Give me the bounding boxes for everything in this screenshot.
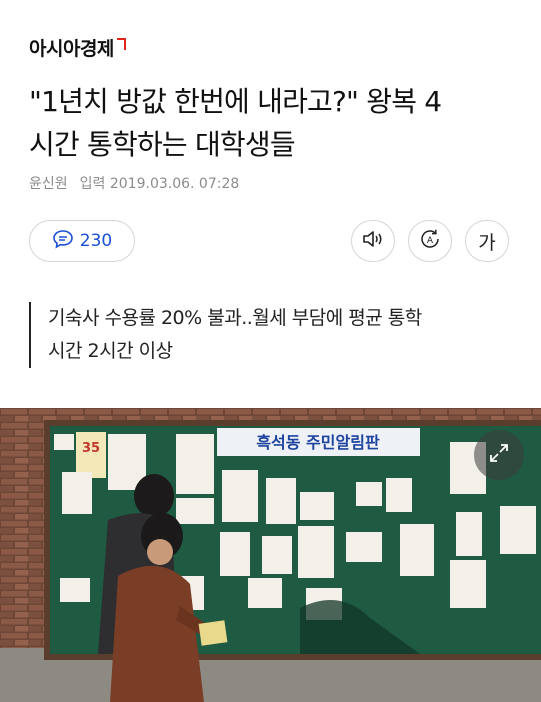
- expand-icon: [487, 441, 511, 469]
- summary-line-2: 시간 2시간 이상: [48, 340, 173, 362]
- listen-button[interactable]: [351, 220, 395, 262]
- article-summary: 기숙사 수용률 20% 불과..월세 부담에 평균 통학 시간 2시간 이상: [29, 302, 509, 368]
- date-value: 2019.03.06. 07:28: [109, 176, 240, 192]
- logo-mark-icon: [116, 37, 126, 50]
- comment-button[interactable]: 230: [29, 220, 135, 262]
- font-size-label: 가: [478, 231, 496, 254]
- photo-illustration: 흑석동 주민알림판 35: [0, 408, 541, 702]
- speaker-icon: [361, 229, 385, 254]
- logo-text: 아시아경제: [29, 38, 114, 60]
- comment-count: 230: [79, 231, 113, 251]
- font-size-button[interactable]: 가: [465, 220, 509, 262]
- headline-line-2: 시간 통학하는 대학생들: [29, 128, 296, 161]
- poster-number: 35: [82, 441, 100, 456]
- expand-photo-button[interactable]: [474, 430, 524, 480]
- article-photo[interactable]: 흑석동 주민알림판 35: [0, 408, 541, 702]
- headline-line-1: "1년치 방값 한번에 내라고?" 왕복 4: [29, 85, 442, 118]
- publish-date: 입력 2019.03.06. 07:28: [80, 173, 240, 193]
- site-logo[interactable]: 아시아경제: [29, 34, 126, 61]
- date-label: 입력: [79, 176, 106, 192]
- translate-icon: A: [418, 227, 442, 256]
- board-title: 흑석동 주민알림판: [256, 433, 380, 452]
- translate-button[interactable]: A: [408, 220, 452, 262]
- article-headline: "1년치 방값 한번에 내라고?" 왕복 4 시간 통학하는 대학생들: [29, 80, 509, 166]
- comment-icon: [52, 229, 74, 253]
- svg-text:A: A: [427, 236, 434, 246]
- author-name[interactable]: 윤신원: [29, 173, 68, 193]
- summary-line-1: 기숙사 수용률 20% 불과..월세 부담에 평균 통학: [48, 307, 422, 329]
- byline: 윤신원 입력 2019.03.06. 07:28: [29, 173, 239, 193]
